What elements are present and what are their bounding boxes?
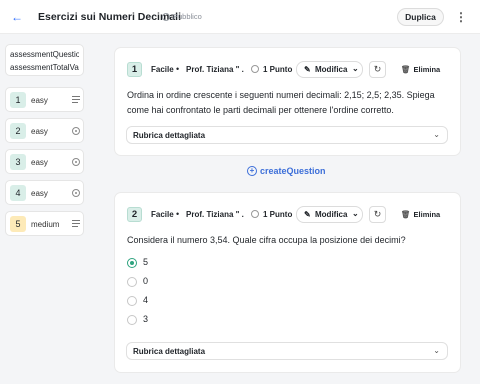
visibility-label: Pubblico	[173, 12, 202, 21]
chevron-down-icon: ⌄	[433, 346, 440, 355]
option-label: 3	[143, 314, 149, 324]
radio-button[interactable]	[127, 296, 137, 306]
refresh-icon[interactable]: ↻	[369, 61, 386, 78]
author-label: Prof. Tiziana " ...	[186, 210, 244, 219]
sidebar-question-2[interactable]: 2 easy	[5, 118, 84, 143]
modify-label: Modifica	[315, 65, 348, 74]
question-card-1: 1 Facile • Prof. Tiziana " ... 1 Punto ✎…	[114, 47, 461, 156]
difficulty-label: Facile	[151, 210, 174, 219]
radio-selected[interactable]	[127, 258, 137, 268]
question-number-badge: 1	[127, 62, 142, 77]
question-text: Ordina in ordine crescente i seguenti nu…	[127, 90, 435, 115]
delete-label: Elimina	[413, 65, 441, 74]
radio-icon	[72, 127, 80, 135]
option-label: 4	[143, 295, 149, 305]
refresh-icon[interactable]: ↻	[369, 206, 386, 223]
author-label: Prof. Tiziana " ...	[186, 65, 244, 74]
pencil-icon: ✎	[304, 65, 311, 74]
question-text: Considera il numero 3,54. Quale cifra oc…	[127, 235, 406, 245]
delete-label: Elimina	[413, 210, 441, 219]
option-label: 5	[143, 257, 149, 267]
globe-icon	[162, 12, 170, 21]
clock-icon	[251, 210, 259, 218]
visibility-badge: Pubblico	[162, 12, 202, 21]
option-label: 0	[143, 276, 149, 286]
radio-button[interactable]	[127, 277, 137, 287]
questions-label: assessmentQuestions	[10, 50, 79, 59]
rubric-dropdown[interactable]: Rubrica dettagliata ⌄	[126, 126, 448, 144]
sidebar-question-1[interactable]: 1 easy	[5, 87, 84, 112]
total-label: assessmentTotalValue	[10, 63, 79, 72]
assessment-summary: assessmentQuestions 5 assessmentTotalVal…	[5, 44, 84, 76]
delete-button[interactable]: 🗑 Elimina	[401, 210, 440, 219]
modify-button[interactable]: ✎ Modifica ⌄	[296, 61, 363, 78]
difficulty-label: Facile	[151, 65, 174, 74]
plus-circle-icon: +	[247, 166, 257, 176]
modify-button[interactable]: ✎ Modifica ⌄	[296, 206, 363, 223]
points-label: 1 Punto	[263, 65, 293, 74]
question-number: 2	[10, 123, 26, 139]
question-level: easy	[31, 158, 48, 167]
text-lines-icon	[72, 220, 80, 228]
question-level: medium	[31, 220, 60, 229]
question-level: easy	[31, 127, 48, 136]
chevron-down-icon: ⌄	[352, 64, 359, 73]
page-title: Esercizi sui Numeri Decimali	[38, 11, 181, 23]
chevron-down-icon: ⌄	[433, 130, 440, 139]
delete-button[interactable]: 🗑 Elimina	[401, 65, 440, 74]
question-number-badge: 2	[127, 207, 142, 222]
duplicate-button[interactable]: Duplica	[397, 8, 444, 26]
question-toolbar: 2 Facile • Prof. Tiziana " ... 1 Punto ✎…	[127, 206, 452, 224]
more-vertical-icon[interactable]: ⋮	[455, 9, 467, 25]
radio-icon	[72, 158, 80, 166]
create-question-label: createQuestion	[260, 166, 326, 176]
pencil-icon: ✎	[304, 210, 311, 219]
rubric-label: Rubrica dettagliata	[133, 131, 206, 140]
radio-button[interactable]	[127, 315, 137, 325]
question-card-2: 2 Facile • Prof. Tiziana " ... 1 Punto ✎…	[114, 192, 461, 373]
trash-icon: 🗑	[401, 65, 411, 74]
trash-icon: 🗑	[401, 210, 411, 219]
sidebar-question-3[interactable]: 3 easy	[5, 149, 84, 174]
question-number: 1	[10, 92, 26, 108]
question-number: 5	[10, 216, 26, 232]
question-level: easy	[31, 189, 48, 198]
points-label: 1 Punto	[263, 210, 293, 219]
text-lines-icon	[72, 96, 80, 104]
rubric-dropdown[interactable]: Rubrica dettagliata ⌄	[126, 342, 448, 360]
chevron-down-icon: ⌄	[352, 209, 359, 218]
clock-icon	[251, 65, 259, 73]
question-number: 3	[10, 154, 26, 170]
top-bar: ← Esercizi sui Numeri Decimali Pubblico …	[0, 0, 480, 34]
radio-icon	[72, 189, 80, 197]
arrow-left-icon[interactable]: ←	[9, 9, 25, 25]
rubric-label: Rubrica dettagliata	[133, 347, 206, 356]
question-toolbar: 1 Facile • Prof. Tiziana " ... 1 Punto ✎…	[127, 61, 452, 79]
sidebar-question-4[interactable]: 4 easy	[5, 180, 84, 205]
modify-label: Modifica	[315, 210, 348, 219]
question-number: 4	[10, 185, 26, 201]
question-level: easy	[31, 96, 48, 105]
sidebar-question-5[interactable]: 5 medium	[5, 211, 84, 236]
create-question-button[interactable]: + createQuestion	[247, 166, 326, 176]
